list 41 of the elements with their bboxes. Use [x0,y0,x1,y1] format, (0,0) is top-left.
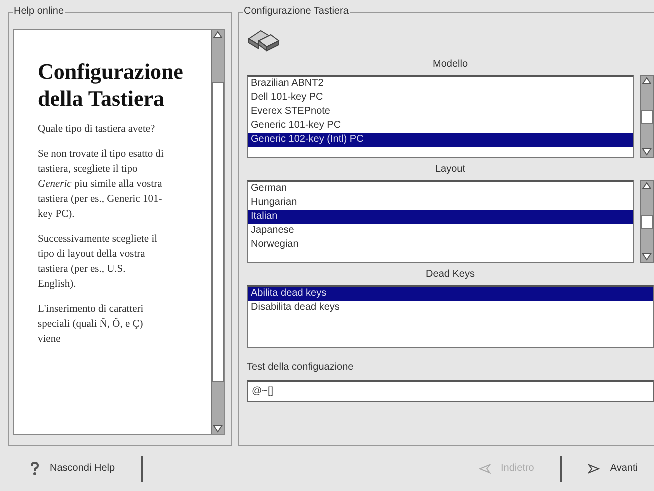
next-arrow-icon [588,464,600,474]
list-item[interactable]: Hungarian [248,196,633,210]
next-button[interactable]: Avanti [582,459,644,478]
help-button[interactable]: Nascondi Help [24,458,122,480]
scrollbar[interactable] [211,30,224,434]
scroll-down-icon[interactable] [642,252,652,262]
scroll-down-icon[interactable] [642,147,652,157]
list-caption: Modello [432,59,470,71]
scroll-thumb[interactable] [212,82,224,382]
help-icon [30,462,40,476]
scroll-up-icon[interactable] [642,76,652,86]
list-item[interactable]: German [248,182,633,196]
list-item[interactable]: Abilita dead keys [248,287,653,301]
help-paragraph: L'inserimento di caratteri speciali (quali Ñ, Ô, e Ç) viene [38,303,145,347]
list-item[interactable]: Brazilian ABNT2 [248,77,633,91]
scroll-thumb[interactable] [641,110,653,124]
field-label: Test della configuazione [247,362,355,374]
list-item[interactable]: Generic 102-key (Intl) PC [248,133,633,147]
scroll-up-icon[interactable] [642,181,652,191]
scroll-up-icon[interactable] [213,30,223,40]
list-item[interactable]: Norwegian [248,238,633,252]
list-caption: Layout [434,164,467,176]
panel-title: Configurazione Tastiera [243,6,350,18]
scrollbar[interactable] [640,75,654,158]
panel-title: Help online [13,6,66,18]
list-item[interactable]: Generic 101-key PC [248,119,633,133]
help-heading: Configurazione della Tastiera [38,58,184,112]
help-paragraph: Quale tipo di tastiera avete? [38,123,156,137]
help-paragraph: Successivamente scegliete il tipo di layout della vostra tastiera (per es., U.S. English). [38,233,159,292]
list-item[interactable]: Disabilita dead keys [248,301,653,315]
help-paragraph: Se non trovate il tipo esatto di tastiera, scegliete il tipo Generic piu simile alla vostra tastiera (per es., Generic 101-key PC). [38,148,165,222]
scroll-thumb[interactable] [641,214,653,228]
scroll-down-icon[interactable] [213,424,223,434]
scrollbar[interactable] [640,180,654,263]
back-arrow-icon [479,464,492,474]
list-item[interactable]: Dell 101-key PC [248,91,633,105]
list-item[interactable]: Japanese [248,224,633,238]
list-item[interactable]: Italian [248,210,633,224]
list-item[interactable]: Everex STEPnote [248,105,633,119]
input-field[interactable]: @~[] [247,380,654,402]
list-caption: Dead Keys [425,269,476,281]
